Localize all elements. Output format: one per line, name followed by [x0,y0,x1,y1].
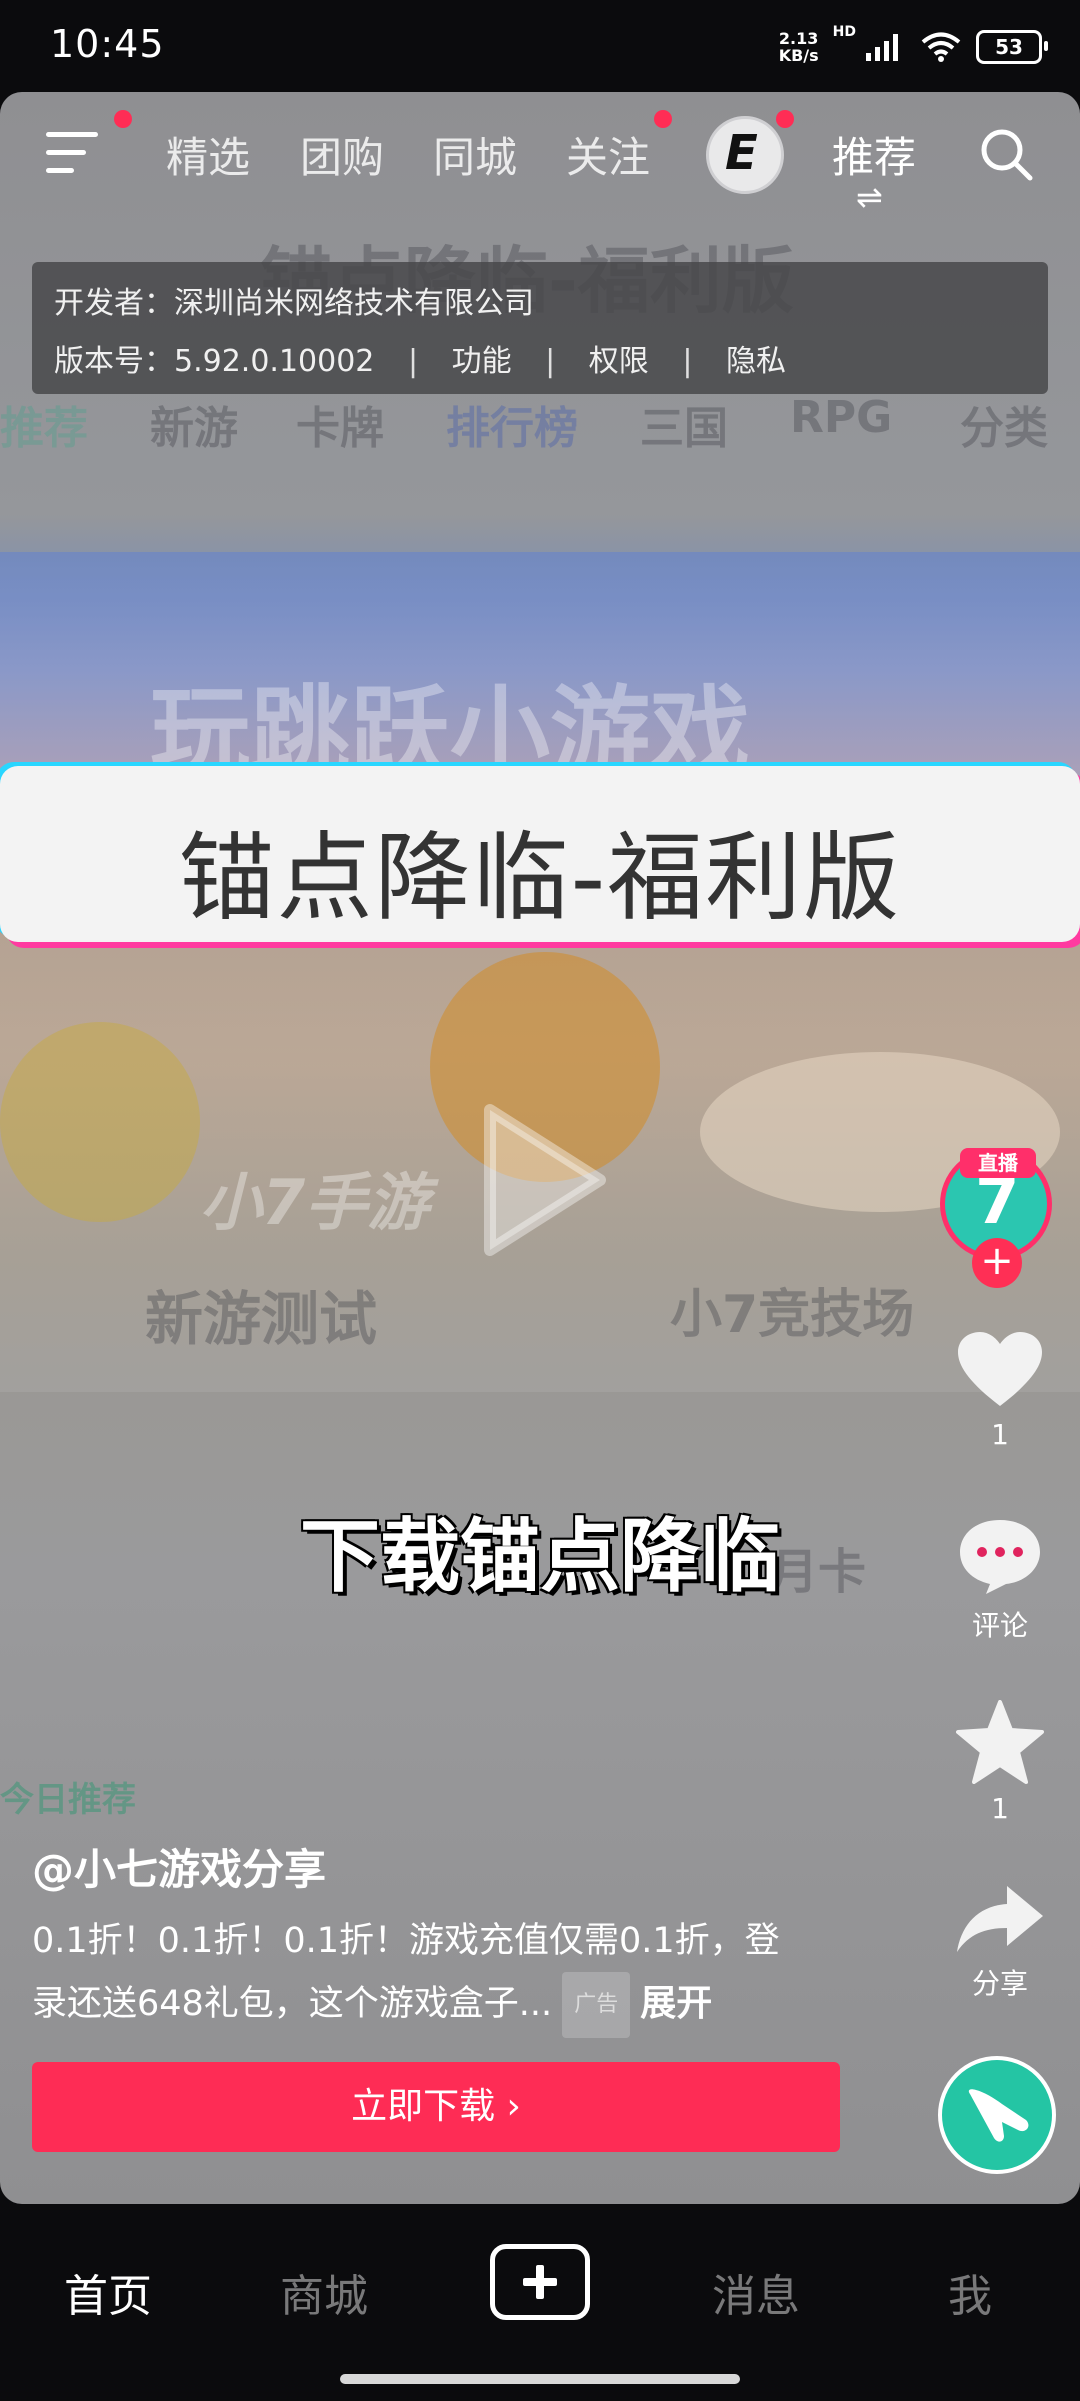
network-speed-value: 2.13 [778,29,819,48]
expand-button[interactable]: 展开 [640,1983,712,2024]
game-controller-icon [968,2089,1029,2142]
logo-notification-dot [776,110,794,128]
favorite-button[interactable]: 1 [940,1700,1060,1825]
network-speed: 2.13 KB/s [779,30,819,64]
ghost-tab: 分类 [960,403,1048,454]
ghost-brand: 小7手游 [200,1166,430,1239]
tab-nearby[interactable]: 同城 [433,124,517,185]
developer-name: 深圳尚米网络技术有限公司 [174,286,534,321]
divider: | [682,344,693,379]
top-nav: 精选 团购 同城 关注 E 推荐 ⇌ [0,92,1080,216]
search-icon[interactable] [978,126,1034,182]
like-count: 1 [991,1418,1009,1451]
plus-icon [523,2265,557,2299]
swap-icon: ⇌ [856,178,883,216]
signal-icon [866,34,898,61]
developer-row: 开发者：深圳尚米网络技术有限公司 [54,278,534,322]
author-name[interactable]: @小七游戏分享 [32,1836,326,1897]
floating-game-button[interactable] [938,2056,1056,2174]
menu-button[interactable] [46,132,102,178]
menu-bar [46,150,86,155]
menu-bar [46,132,98,137]
logo-letter: E [725,125,758,181]
comment-button[interactable]: 评论 [940,1516,1060,1644]
share-button[interactable]: 分享 [940,1884,1060,2002]
description-text: 录还送648礼包，这个游戏盒子... [32,1984,553,2024]
video-title-banner: 锚点降临-福利版 [0,766,1080,942]
version-number: 5.92.0.10002 [174,344,375,379]
bottom-nav: 首页 商城 消息 我 [0,2204,1080,2401]
nav-mall[interactable]: 商城 [280,2260,368,2324]
ghost-tab: 三国 [640,403,728,454]
nav-home[interactable]: 首页 [64,2260,152,2324]
network-speed-unit: KB/s [778,46,819,65]
hd-label: HD [832,24,856,40]
features-link[interactable]: 功能 [452,344,512,379]
ghost-tab: RPG [790,392,893,443]
ghost-tab: 卡牌 [296,403,384,454]
menu-bar [46,168,74,173]
video-caption: 下载锚点降临 [300,1510,780,1603]
version-row: 版本号：5.92.0.10002 | 功能 | 权限 | 隐私 [54,336,786,380]
share-label: 分享 [971,1967,1028,2000]
heart-icon [958,1332,1042,1406]
create-button[interactable] [490,2244,590,2320]
home-indicator[interactable] [340,2374,740,2384]
nav-messages[interactable]: 消息 [712,2260,800,2324]
nav-me[interactable]: 我 [948,2260,992,2324]
blurred-coin [0,1022,200,1222]
battery-icon: 53 [976,30,1048,64]
description-line: 0.1折！0.1折！0.1折！游戏充值仅需0.1折，登 [32,1921,780,1961]
status-bar: 10:45 2.13 KB/s HD 53 [0,0,1080,92]
ghost-tab: 排行榜 [446,403,578,454]
ghost-tab: 推荐 [0,403,88,454]
comment-icon [960,1520,1040,1594]
divider: | [545,344,556,379]
developer-label: 开发者： [54,286,174,321]
wifi-icon [921,32,961,62]
share-icon [957,1886,1043,1952]
ad-tag: 广告 [562,1972,631,2038]
permissions-link[interactable]: 权限 [589,344,649,379]
status-icons: 2.13 KB/s HD 53 [779,24,1048,70]
star-icon [956,1700,1044,1784]
tab-recommend[interactable]: 推荐 [832,124,916,185]
comment-label: 评论 [971,1609,1028,1642]
video-title-text: 锚点降临-福利版 [178,822,902,934]
ghost-new-badge: 新游测试 [145,1285,378,1353]
developer-info-panel: 开发者：深圳尚米网络技术有限公司 版本号：5.92.0.10002 | 功能 |… [32,262,1048,394]
description-line-2: 录还送648礼包，这个游戏盒子... 广告 展开 [32,1972,852,2038]
menu-notification-dot [114,110,132,128]
e-commerce-logo[interactable]: E [706,116,784,194]
ghost-tab: 新游 [150,403,238,454]
play-icon[interactable] [470,1100,610,1260]
version-label: 版本号： [54,344,174,379]
follow-button[interactable]: + [972,1238,1022,1288]
following-notification-dot [654,110,672,128]
privacy-link[interactable]: 隐私 [726,344,786,379]
live-badge: 直播 [960,1148,1036,1178]
status-time: 10:45 [50,22,165,66]
post-description: 0.1折！0.1折！0.1折！游戏充值仅需0.1折，登 录还送648礼包，这个游… [32,1910,852,2038]
favorite-count: 1 [991,1792,1009,1825]
tab-featured[interactable]: 精选 [166,124,250,185]
tab-following[interactable]: 关注 [566,124,650,185]
like-button[interactable]: 1 [940,1330,1060,1451]
divider: | [407,344,419,379]
tab-group-buy[interactable]: 团购 [300,124,384,185]
ghost-arena: 小7竞技场 [670,1285,915,1345]
ghost-bottom-badge: 今日推荐 [0,1780,136,1820]
download-now-button[interactable]: 立即下载 › [32,2062,840,2152]
